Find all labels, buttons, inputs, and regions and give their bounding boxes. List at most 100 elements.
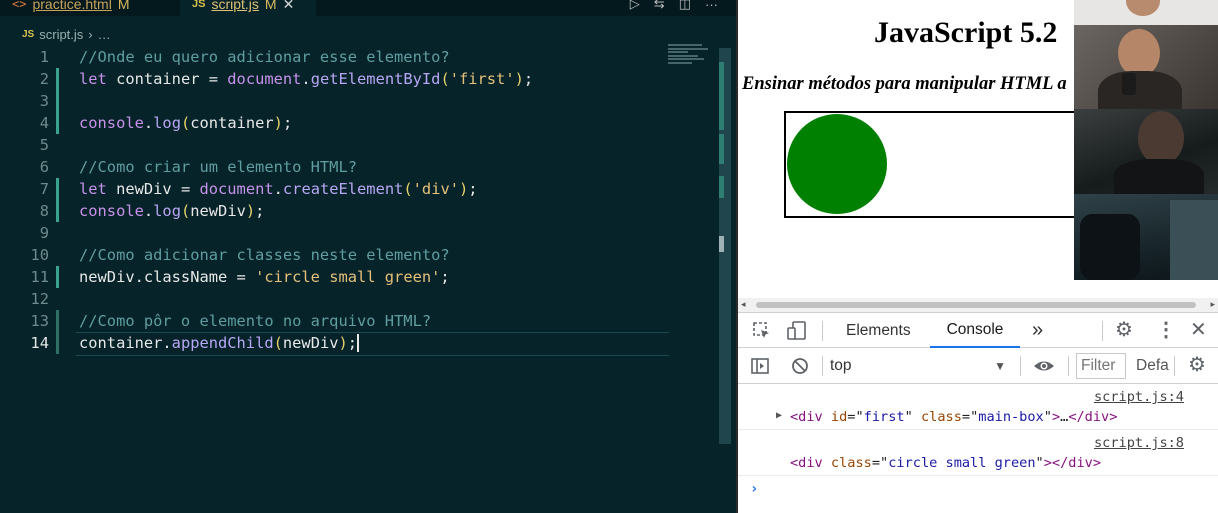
markup-token: first: [863, 409, 905, 425]
markup-token: <div: [790, 409, 831, 425]
tab-label: practice.html: [32, 0, 112, 12]
code-token: 'first': [449, 70, 515, 88]
code-line[interactable]: 4 console.log(container);: [0, 112, 700, 134]
code-token: (: [440, 70, 450, 88]
code-line[interactable]: 2 let container = document.getElementById…: [0, 68, 700, 90]
scroll-right-icon[interactable]: ▸: [1210, 299, 1215, 310]
more-icon[interactable]: ···: [705, 0, 718, 12]
expand-triangle-icon[interactable]: ▶: [776, 410, 782, 421]
editor-tab-bar: <> practice.html M JS script.js M ✕ ▷ ⇆ …: [0, 0, 736, 16]
markup-token: =": [847, 409, 864, 425]
markup-token: main-box: [978, 409, 1044, 425]
code-text: //Como criar um elemento HTML?: [79, 158, 357, 176]
code-line[interactable]: 9: [0, 222, 700, 244]
source-link[interactable]: script.js:4: [1094, 389, 1184, 405]
line-number: 5: [39, 136, 49, 154]
source-link[interactable]: script.js:8: [1094, 435, 1184, 451]
context-selector[interactable]: top ▼: [830, 354, 1010, 378]
compare-icon[interactable]: ⇆: [654, 0, 665, 12]
code-text: //Onde eu quero adicionar esse elemento?: [79, 48, 450, 66]
device-toolbar-icon[interactable]: [786, 320, 808, 342]
split-editor-icon[interactable]: ◫: [679, 0, 691, 12]
line-number: 8: [39, 202, 49, 220]
code-line[interactable]: 10 //Como adicionar classes neste element…: [0, 244, 700, 266]
code-token: ): [459, 180, 469, 198]
code-token: ;: [282, 114, 293, 132]
sidebar-toggle-icon[interactable]: [750, 356, 770, 376]
run-icon[interactable]: ▷: [630, 0, 640, 12]
tab-elements[interactable]: Elements: [846, 313, 911, 348]
breadcrumb-file[interactable]: script.js: [39, 27, 83, 42]
console-filter-input[interactable]: [1076, 353, 1126, 379]
more-tabs-icon[interactable]: »: [1032, 313, 1043, 348]
code-token: .: [273, 180, 283, 198]
markup-token: >: [1043, 455, 1052, 471]
tab-label: script.js: [211, 0, 259, 12]
code-line[interactable]: 3: [0, 90, 700, 112]
tab-script-js[interactable]: JS script.js M ✕: [180, 0, 316, 16]
minimap[interactable]: [668, 44, 718, 74]
code-token: ;: [255, 202, 265, 220]
code-line[interactable]: 8 console.log(newDiv);: [0, 200, 700, 222]
console-prompt-icon[interactable]: ›: [750, 481, 758, 497]
settings-gear-icon[interactable]: ⚙: [1115, 320, 1133, 340]
code-token: newDiv.className =: [79, 268, 256, 286]
code-line[interactable]: 7 let newDiv = document.createElement('di…: [0, 178, 700, 200]
markup-token: ": [1043, 409, 1052, 425]
close-icon[interactable]: ✕: [283, 0, 295, 13]
screen: <> practice.html M JS script.js M ✕ ▷ ⇆ …: [0, 0, 1218, 513]
code-token: //Como criar um elemento HTML?: [79, 158, 357, 176]
modified-badge: M: [264, 0, 277, 12]
code-token: document: [227, 70, 302, 88]
line-number: 1: [39, 48, 49, 66]
inspect-element-icon[interactable]: [752, 321, 772, 341]
code-token: let: [79, 70, 107, 88]
code-text: container.appendChild(newDiv);: [79, 333, 360, 353]
code-token: (: [403, 180, 413, 198]
code-token: ): [245, 202, 256, 220]
logged-element[interactable]: <div class="circle small green"></div>: [790, 455, 1101, 471]
code-line[interactable]: 11 newDiv.className = 'circle small green…: [0, 266, 700, 288]
clear-console-icon[interactable]: [790, 356, 810, 376]
line-number: 10: [30, 246, 49, 264]
breadcrumb-more[interactable]: …: [98, 27, 111, 42]
live-expression-eye-icon[interactable]: [1032, 356, 1056, 376]
code-line[interactable]: 1 //Onde eu quero adicionar esse elemento…: [0, 46, 700, 68]
code-line[interactable]: 6 //Como criar um elemento HTML?: [0, 156, 700, 178]
code-token: newDiv: [282, 333, 339, 352]
markup-token: </div>: [1068, 409, 1118, 425]
participant-video: [1074, 25, 1218, 109]
code-area[interactable]: 1 //Onde eu quero adicionar esse elemento…: [0, 46, 700, 356]
browser-panel: JavaScript 5.2 Ensinar métodos para mani…: [736, 0, 1218, 513]
scrollbar-thumb[interactable]: [756, 302, 1196, 308]
main-box: [784, 111, 1104, 218]
console-output[interactable]: script.js:4 ▶ <div id="first" class="mai…: [738, 384, 1218, 513]
editor-actions: ▷ ⇆ ◫ ···: [630, 0, 718, 16]
more-options-icon[interactable]: ⋮: [1156, 320, 1176, 340]
code-text: let container = document.getElementById(…: [79, 70, 533, 88]
code-token: //Onde eu quero adicionar esse elemento?: [79, 48, 450, 66]
close-icon[interactable]: ✕: [1190, 320, 1207, 340]
console-filter-bar: top ▼ Defa ⚙: [738, 348, 1218, 384]
dropdown-arrow-icon: ▼: [994, 359, 1006, 373]
console-settings-gear-icon[interactable]: ⚙: [1188, 355, 1206, 375]
code-text: //Como pôr o elemento no arquivo HTML?: [79, 312, 431, 330]
logged-element[interactable]: <div id="first" class="main-box">…</div>: [790, 409, 1117, 425]
line-number: 11: [30, 268, 49, 286]
tab-console[interactable]: Console: [930, 313, 1020, 348]
code-line[interactable]: 13 //Como pôr o elemento no arquivo HTML?: [0, 310, 700, 332]
code-token: container.: [79, 333, 172, 352]
code-text: console.log(newDiv);: [79, 202, 264, 220]
line-number: 4: [39, 114, 49, 132]
log-levels-dropdown[interactable]: Defa: [1136, 353, 1169, 379]
page-horizontal-scrollbar[interactable]: ◂ ▸: [738, 298, 1218, 312]
scroll-left-icon[interactable]: ◂: [741, 299, 746, 310]
markup-token: ": [904, 409, 921, 425]
tab-practice-html[interactable]: <> practice.html M: [0, 0, 176, 16]
code-line[interactable]: 14 container.appendChild(newDiv);: [0, 332, 700, 356]
code-token: (: [273, 333, 283, 352]
context-value: top: [830, 357, 852, 374]
code-line[interactable]: 5: [0, 134, 700, 156]
code-line[interactable]: 12: [0, 288, 700, 310]
code-text: //Como adicionar classes neste elemento?: [79, 246, 450, 264]
